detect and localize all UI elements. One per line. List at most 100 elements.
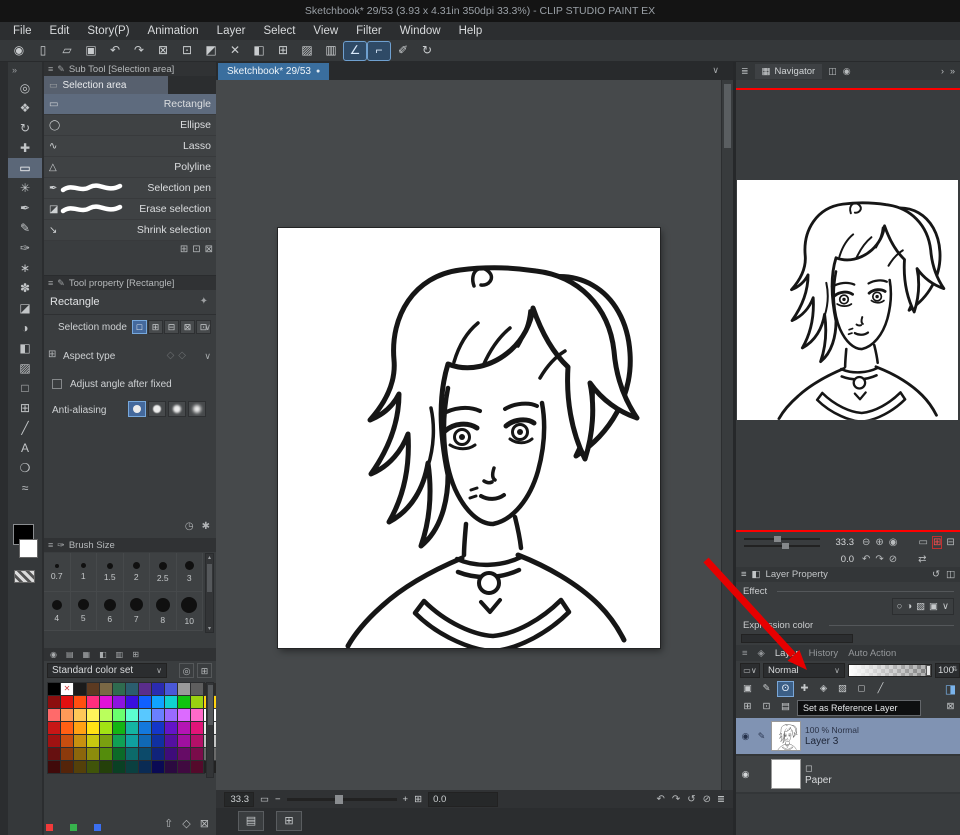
slider-thumb[interactable] [774, 536, 781, 542]
flip-horizontal-icon[interactable]: ⇄ [918, 554, 926, 565]
auto-select-tool[interactable]: ✳ [8, 178, 42, 198]
brush-size-8[interactable]: 8 [150, 592, 177, 631]
selection-mode-select-from[interactable]: ⊠ [180, 320, 195, 334]
add-color-icon[interactable]: ⊞ [197, 663, 212, 678]
color-swatch[interactable] [48, 709, 60, 721]
history-icon[interactable]: ◷ [185, 521, 194, 532]
tool-property-header[interactable]: ≡ ✎ Tool property [Rectangle] [44, 276, 216, 290]
color-swatch[interactable] [191, 709, 203, 721]
layer-filter-combo[interactable]: ▭∨ [740, 663, 760, 678]
frame-border-icon[interactable]: ⊞ [272, 42, 294, 60]
expand-icon[interactable]: ⊞ [48, 349, 56, 360]
color-swatch[interactable] [100, 735, 112, 747]
gradient-tool[interactable]: ▨ [8, 358, 42, 378]
zoom-value[interactable]: 33.3 [224, 792, 254, 807]
navigator-preview[interactable] [737, 180, 958, 420]
effect-caret-icon[interactable]: ∨ [942, 601, 949, 612]
lock-transparent-pixels-icon[interactable]: ▨ [835, 682, 850, 696]
color-swatch[interactable] [126, 696, 138, 708]
layer-row-layer-3[interactable]: ◉✎100 % NormalLayer 3 [736, 718, 960, 756]
color-swatch[interactable] [139, 735, 151, 747]
layer-color-icon[interactable]: ▣ [740, 682, 755, 696]
color-swatch[interactable] [113, 696, 125, 708]
opacity-spinner-icon[interactable]: ⇅ [952, 665, 958, 673]
color-swatch[interactable] [178, 683, 190, 695]
scroll-down-icon[interactable]: ▾ [206, 625, 213, 632]
quick-color-blue[interactable] [94, 824, 101, 831]
pen-tool[interactable]: ✒ [8, 198, 42, 218]
color-swatch[interactable] [152, 761, 164, 773]
color-swatch[interactable] [74, 761, 86, 773]
zoom-100-icon[interactable]: ◉ [889, 537, 898, 548]
color-swatch[interactable] [126, 748, 138, 760]
effect-none-icon[interactable]: ○ [897, 601, 903, 612]
new-page-button[interactable]: ⊞ [276, 811, 302, 831]
color-swatch[interactable] [178, 722, 190, 734]
selection-launcher-2-icon[interactable]: ⌐ [368, 42, 390, 60]
subtool-rectangle[interactable]: ▭Rectangle [44, 94, 216, 115]
color-swatch[interactable] [191, 761, 203, 773]
new-vector-layer-icon[interactable]: ⊡ [759, 700, 774, 714]
brush-size-header[interactable]: ≡ ✑ Brush Size [44, 538, 216, 552]
pen-settings-icon[interactable]: ✐ [392, 42, 414, 60]
color-swatch[interactable] [152, 683, 164, 695]
layer-property-header[interactable]: ≡ ◧ Layer Property ↺◫ [736, 567, 960, 582]
subtool-selection-pen[interactable]: ✒Selection pen [44, 178, 216, 199]
color-swatch[interactable] [61, 748, 73, 760]
fill-tool[interactable]: ◧ [8, 338, 42, 358]
status-menu-icon[interactable]: ≣ [717, 794, 725, 805]
color-swatch[interactable] [165, 748, 177, 760]
rotation-value[interactable]: 0.0 [428, 792, 498, 807]
snap-grid-icon[interactable]: ▥ [320, 42, 342, 60]
ruler-tool[interactable]: ╱ [8, 418, 42, 438]
scrollbar-thumb[interactable] [208, 685, 213, 725]
color-swatch[interactable] [165, 696, 177, 708]
color-set-icon[interactable]: ▦ [83, 650, 91, 659]
zoom-tool[interactable]: ◎ [8, 78, 42, 98]
color-swatch[interactable] [48, 722, 60, 734]
color-swatch[interactable] [191, 722, 203, 734]
color-swatch[interactable] [126, 683, 138, 695]
scrollbar-thumb[interactable] [207, 564, 212, 592]
color-swatch[interactable] [165, 735, 177, 747]
color-swatch[interactable] [74, 696, 86, 708]
color-swatch[interactable] [113, 683, 125, 695]
color-swatch[interactable] [100, 709, 112, 721]
undo-icon[interactable]: ↶ [104, 42, 126, 60]
eye-icon[interactable]: ◉ [739, 731, 752, 742]
duplicate-subtool-icon[interactable]: ⊡ [192, 244, 200, 255]
color-swatch[interactable] [113, 709, 125, 721]
fit-red-icon[interactable]: ⊞ [933, 537, 941, 548]
selection-mode-new[interactable]: □ [132, 320, 147, 334]
menu-file[interactable]: File [4, 22, 41, 40]
figure-tool[interactable]: □ [8, 378, 42, 398]
correct-line-tool[interactable]: ≈ [8, 478, 42, 498]
document-tab[interactable]: Sketchbook* 29/53 ● [218, 63, 329, 80]
rotate-ccw-icon[interactable]: ↶ [862, 554, 870, 565]
zoom-out-icon[interactable]: ⊖ [862, 537, 870, 548]
delete-subtool-icon[interactable]: ⊠ [205, 244, 213, 255]
color-swatch[interactable] [191, 696, 203, 708]
color-swatch[interactable] [113, 748, 125, 760]
color-swatch[interactable] [126, 761, 138, 773]
reset-property-icon[interactable]: ↺ [932, 569, 940, 580]
new-folder-icon[interactable]: ▤ [778, 700, 793, 714]
color-swatch[interactable] [74, 683, 86, 695]
color-swatch[interactable] [87, 722, 99, 734]
mixing-palette-icon[interactable]: ◧ [99, 650, 107, 659]
color-set-dropdown[interactable]: Standard color set ∨ [47, 663, 167, 678]
selection-area-tool[interactable]: ▭ [8, 158, 42, 178]
zoom-in-icon[interactable]: ⊕ [875, 537, 883, 548]
lock-layer-icon[interactable]: ◈ [816, 682, 831, 696]
color-swatch[interactable] [100, 683, 112, 695]
subtool-lasso[interactable]: ∿Lasso [44, 136, 216, 157]
color-swatch[interactable] [100, 696, 112, 708]
color-swatch[interactable] [178, 748, 190, 760]
delete-icon[interactable]: ⊠ [200, 817, 209, 830]
selection-launcher-icon[interactable]: ∠ [344, 42, 366, 60]
color-swatch[interactable] [139, 748, 151, 760]
menu-animation[interactable]: Animation [139, 22, 208, 40]
effect-border-icon[interactable]: ▣ [929, 601, 938, 612]
color-swatch[interactable] [152, 709, 164, 721]
delete-layer-icon[interactable]: ⊠ [943, 700, 958, 714]
